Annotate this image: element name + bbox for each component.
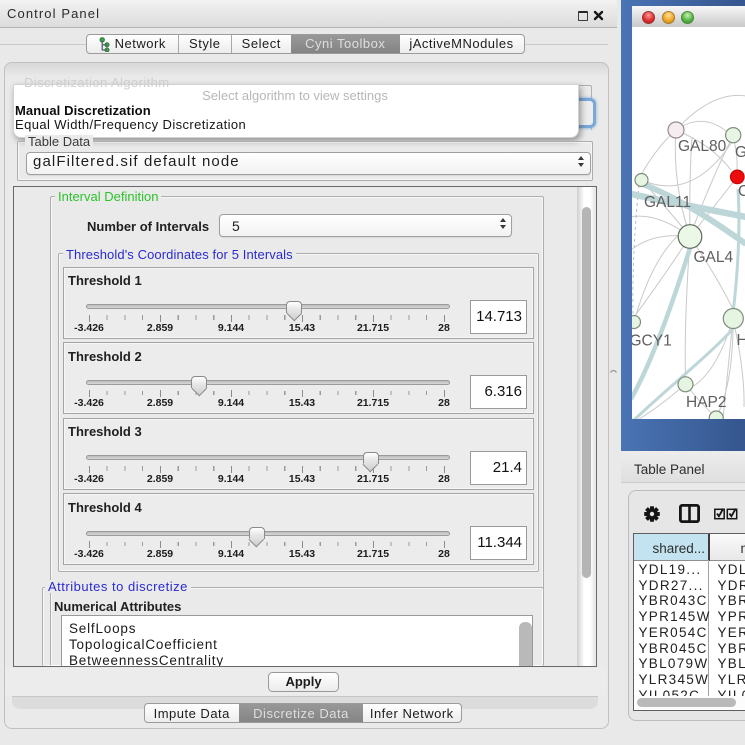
svg-text:GAL80: GAL80: [678, 138, 727, 155]
svg-text:GAL11: GAL11: [644, 194, 691, 211]
svg-text:H: H: [736, 332, 745, 349]
svg-text:G.: G.: [735, 144, 745, 161]
svg-text:C: C: [738, 183, 745, 200]
svg-text:HAP2: HAP2: [686, 394, 727, 411]
svg-text:GAL4: GAL4: [693, 249, 733, 266]
svg-text:GCY1: GCY1: [632, 333, 672, 350]
